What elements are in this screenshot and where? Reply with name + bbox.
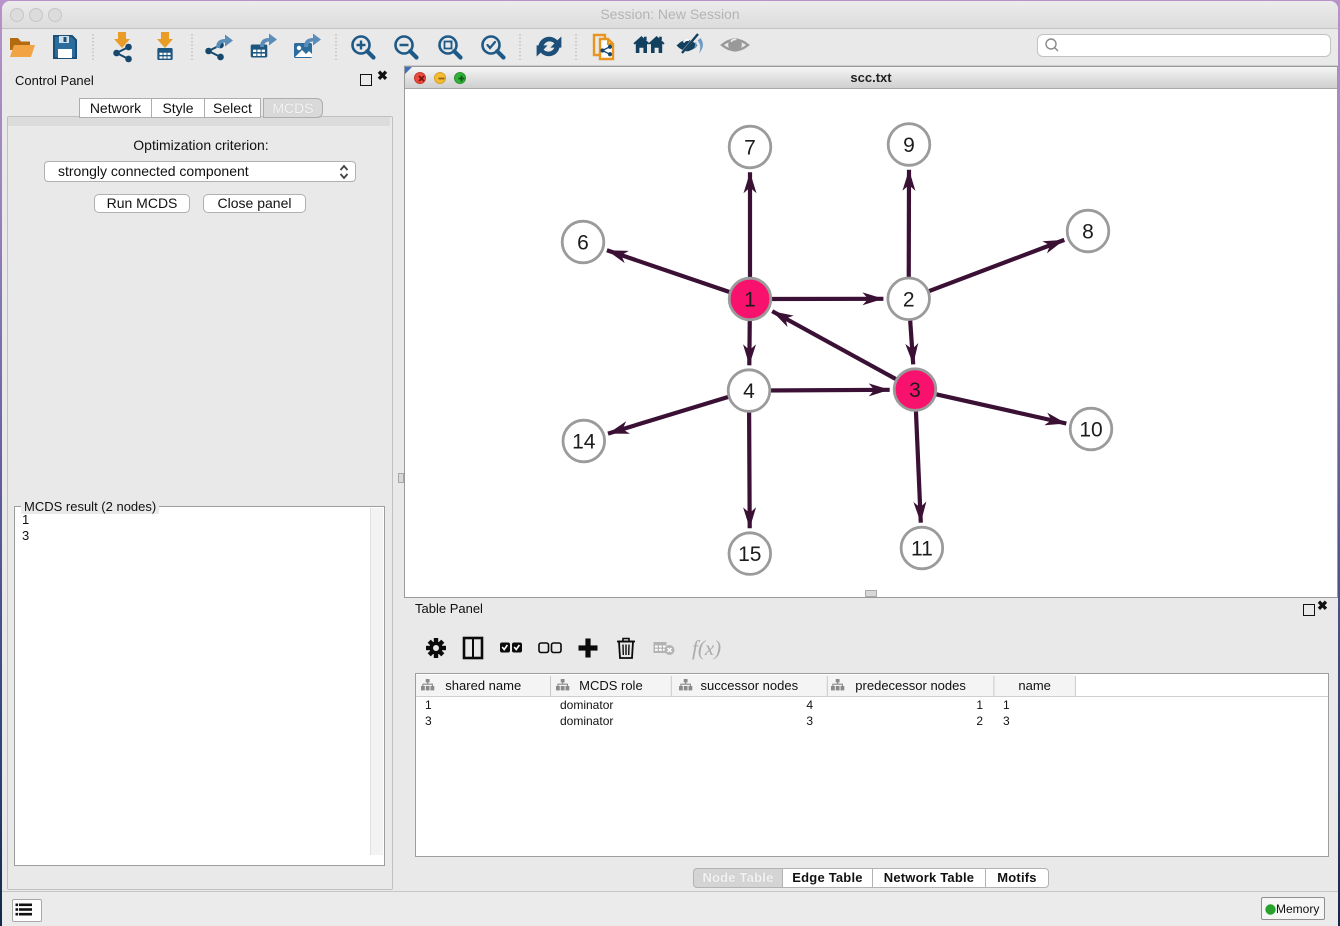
svg-text:1: 1 <box>744 289 756 312</box>
svg-text:15: 15 <box>738 543 761 566</box>
svg-text:f(x): f(x) <box>692 636 721 660</box>
svg-text:2: 2 <box>903 288 915 311</box>
svg-text:11: 11 <box>911 538 933 561</box>
svg-text:10: 10 <box>1079 419 1102 442</box>
svg-text:7: 7 <box>744 137 756 160</box>
svg-text:4: 4 <box>743 380 755 403</box>
svg-text:9: 9 <box>903 134 915 157</box>
svg-text:14: 14 <box>572 431 596 454</box>
svg-text:3: 3 <box>909 379 921 402</box>
svg-text:6: 6 <box>577 232 589 255</box>
svg-text:8: 8 <box>1082 221 1094 244</box>
